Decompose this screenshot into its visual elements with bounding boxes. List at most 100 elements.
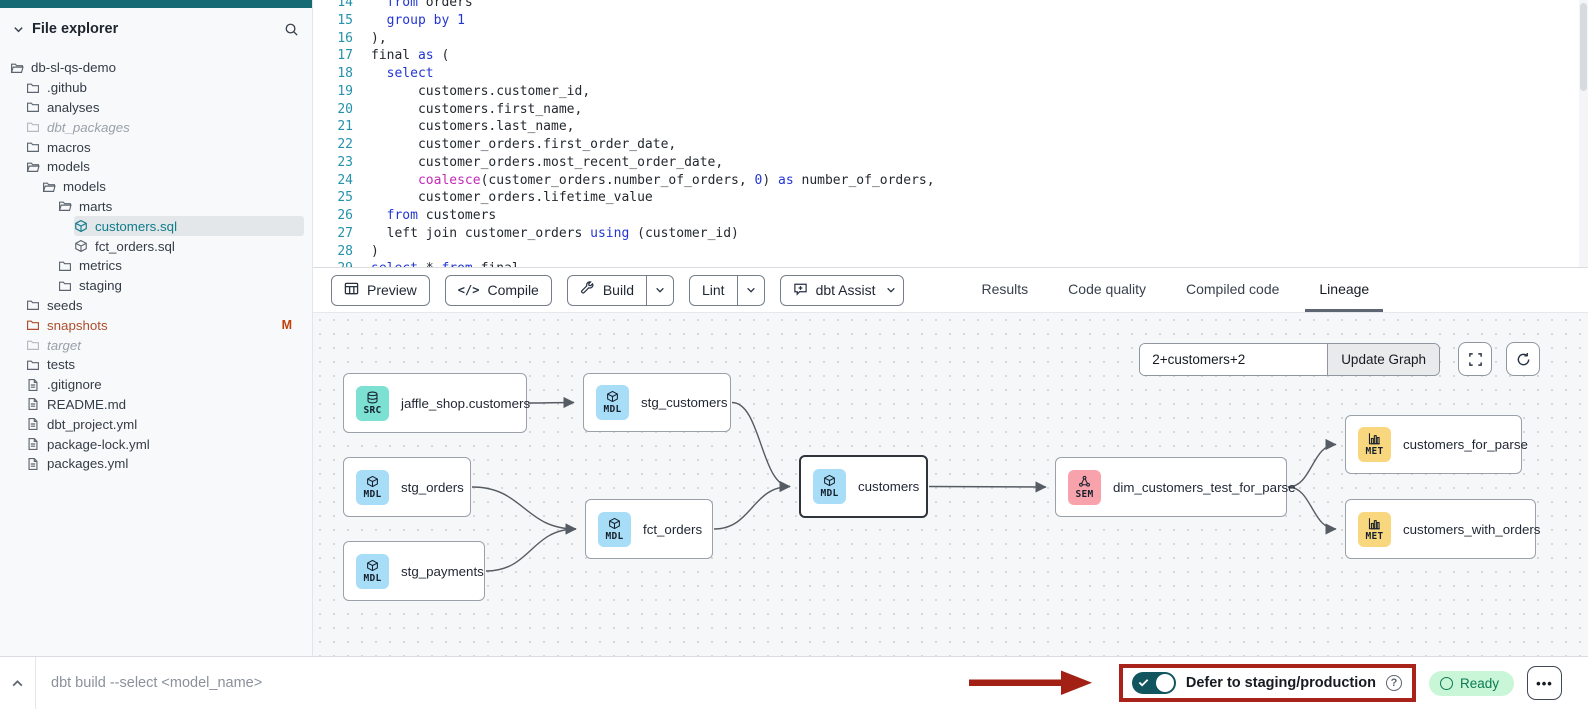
command-bar: Defer to staging/production ? Ready •••	[0, 656, 1588, 709]
tab-compiled-code[interactable]: Compiled code	[1172, 268, 1293, 312]
tree-item-readme-md[interactable]: README.md	[26, 395, 304, 415]
tree-item-marts[interactable]: marts	[58, 197, 304, 217]
dbt-assist-button[interactable]: dbt Assist	[780, 275, 905, 306]
folder-open-icon	[58, 199, 72, 213]
tree-item-macros[interactable]: macros	[26, 137, 304, 157]
tree-item-label: fct_orders.sql	[95, 239, 304, 254]
code-line: 16),	[313, 30, 1588, 48]
tree-item-label: packages.yml	[47, 456, 304, 471]
ready-status-button[interactable]: Ready	[1429, 671, 1514, 696]
lineage-node-stg-payments[interactable]: MDLstg_payments	[343, 541, 485, 601]
tree-item-snapshots[interactable]: snapshotsM	[26, 315, 304, 335]
tree-item-seeds[interactable]: seeds	[26, 296, 304, 316]
tree-item-label: metrics	[79, 258, 304, 273]
tree-item-gitignore[interactable]: .gitignore	[26, 375, 304, 395]
defer-toggle[interactable]	[1132, 672, 1176, 694]
tree-item-label: customers.sql	[95, 219, 304, 234]
editor-scrollbar[interactable]	[1579, 0, 1588, 267]
node-label: customers_for_parse	[1403, 437, 1528, 452]
fullscreen-button[interactable]	[1458, 342, 1492, 376]
tree-item-label: dbt_project.yml	[47, 417, 304, 432]
node-label: stg_payments	[401, 564, 484, 579]
lint-dropdown-button[interactable]	[737, 276, 764, 305]
tree-item-label: package-lock.yml	[47, 437, 304, 452]
tree-item-models[interactable]: models	[26, 157, 304, 177]
tree-item-label: target	[47, 338, 304, 353]
lineage-node-stg-customers[interactable]: MDLstg_customers	[583, 373, 731, 432]
tree-item-models[interactable]: models	[42, 177, 304, 197]
tab-lineage[interactable]: Lineage	[1305, 268, 1383, 312]
file-tree: db-sl-qs-demo .github analyses dbt_packages…	[0, 46, 312, 474]
cube-icon: MDL	[356, 470, 389, 505]
code-editor[interactable]: 14 from orders15 group by 116),17final a…	[313, 0, 1588, 268]
file-explorer-panel: File explorer db-sl-qs-demo .github analys…	[0, 0, 313, 656]
node-label: stg_customers	[641, 395, 727, 410]
chevron-up-icon[interactable]	[0, 657, 36, 709]
tree-item-label: macros	[47, 140, 304, 155]
code-line: 29select * from final	[313, 260, 1588, 268]
graph-selector-input[interactable]	[1140, 344, 1327, 375]
folder-icon	[26, 120, 40, 134]
tree-item-staging[interactable]: staging	[58, 276, 304, 296]
compile-button[interactable]: </> Compile	[445, 275, 552, 306]
lineage-canvas[interactable]: SRCjaffle_shop.customersMDLstg_customers…	[313, 313, 1588, 656]
file-icon	[26, 437, 40, 451]
search-icon[interactable]	[284, 22, 299, 37]
tab-results[interactable]: Results	[967, 268, 1042, 312]
cube-icon: MDL	[813, 469, 846, 504]
folder-open-icon	[42, 180, 56, 194]
tree-item-analyses[interactable]: analyses	[26, 98, 304, 118]
folder-open-icon	[10, 61, 24, 75]
help-icon[interactable]: ?	[1386, 675, 1402, 691]
lineage-node-customers-with-orders[interactable]: METcustomers_with_orders	[1345, 499, 1536, 559]
tree-item-tests[interactable]: tests	[26, 355, 304, 375]
refresh-button[interactable]	[1506, 342, 1540, 376]
file-icon	[26, 378, 40, 392]
model-icon	[74, 219, 88, 233]
tree-item-db-sl-qs-demo[interactable]: db-sl-qs-demo	[10, 58, 304, 78]
defer-label: Defer to staging/production	[1186, 675, 1376, 691]
lineage-node-jaffle-shop-customers[interactable]: SRCjaffle_shop.customers	[343, 373, 527, 433]
lint-button[interactable]: Lint	[690, 276, 737, 305]
tree-item-fct-orders-sql[interactable]: fct_orders.sql	[74, 236, 304, 256]
tree-item-label: marts	[79, 199, 304, 214]
code-line: 19 customers.customer_id,	[313, 83, 1588, 101]
tree-item-packages-yml[interactable]: packages.yml	[26, 454, 304, 474]
build-button[interactable]: Build	[568, 276, 646, 305]
tab-code-quality[interactable]: Code quality	[1054, 268, 1160, 312]
tree-item-label: seeds	[47, 298, 304, 313]
node-label: customers_with_orders	[1403, 522, 1540, 537]
panel-title: File explorer	[32, 21, 284, 37]
tree-item-target[interactable]: target	[26, 335, 304, 355]
folder-icon	[26, 140, 40, 154]
folder-icon	[58, 279, 72, 293]
command-input[interactable]	[36, 675, 969, 691]
lineage-node-customers-for-parse[interactable]: METcustomers_for_parse	[1345, 415, 1522, 474]
chevron-down-icon[interactable]	[13, 24, 24, 35]
semantic-icon: SEM	[1068, 470, 1101, 505]
lineage-node-stg-orders[interactable]: MDLstg_orders	[343, 457, 471, 517]
lineage-node-dim-customers-test-for-parse[interactable]: SEMdim_customers_test_for_parse	[1055, 457, 1287, 517]
code-line: 23 customer_orders.most_recent_order_dat…	[313, 154, 1588, 172]
code-lines: 14 from orders15 group by 116),17final a…	[313, 0, 1588, 268]
code-line: 20 customers.first_name,	[313, 101, 1588, 119]
update-graph-button[interactable]: Update Graph	[1327, 344, 1439, 375]
tree-item-github[interactable]: .github	[26, 78, 304, 98]
table-icon	[344, 281, 359, 299]
folder-icon	[26, 358, 40, 372]
tree-item-metrics[interactable]: metrics	[58, 256, 304, 276]
tree-item-label: .github	[47, 80, 304, 95]
tree-item-label: README.md	[47, 397, 304, 412]
tree-item-dbt-packages[interactable]: dbt_packages	[26, 117, 304, 137]
more-menu-button[interactable]: •••	[1527, 666, 1562, 700]
file-icon	[26, 457, 40, 471]
defer-annotation-box: Defer to staging/production ?	[1119, 664, 1416, 702]
build-dropdown-button[interactable]	[646, 276, 673, 305]
tree-item-label: dbt_packages	[47, 120, 304, 135]
lineage-node-fct-orders[interactable]: MDLfct_orders	[585, 499, 713, 559]
lineage-node-customers[interactable]: MDLcustomers	[799, 455, 928, 518]
tree-item-package-lock-yml[interactable]: package-lock.yml	[26, 434, 304, 454]
tree-item-dbt-project-yml[interactable]: dbt_project.yml	[26, 414, 304, 434]
tree-item-customers-sql[interactable]: customers.sql	[74, 216, 304, 236]
preview-button[interactable]: Preview	[331, 275, 430, 306]
